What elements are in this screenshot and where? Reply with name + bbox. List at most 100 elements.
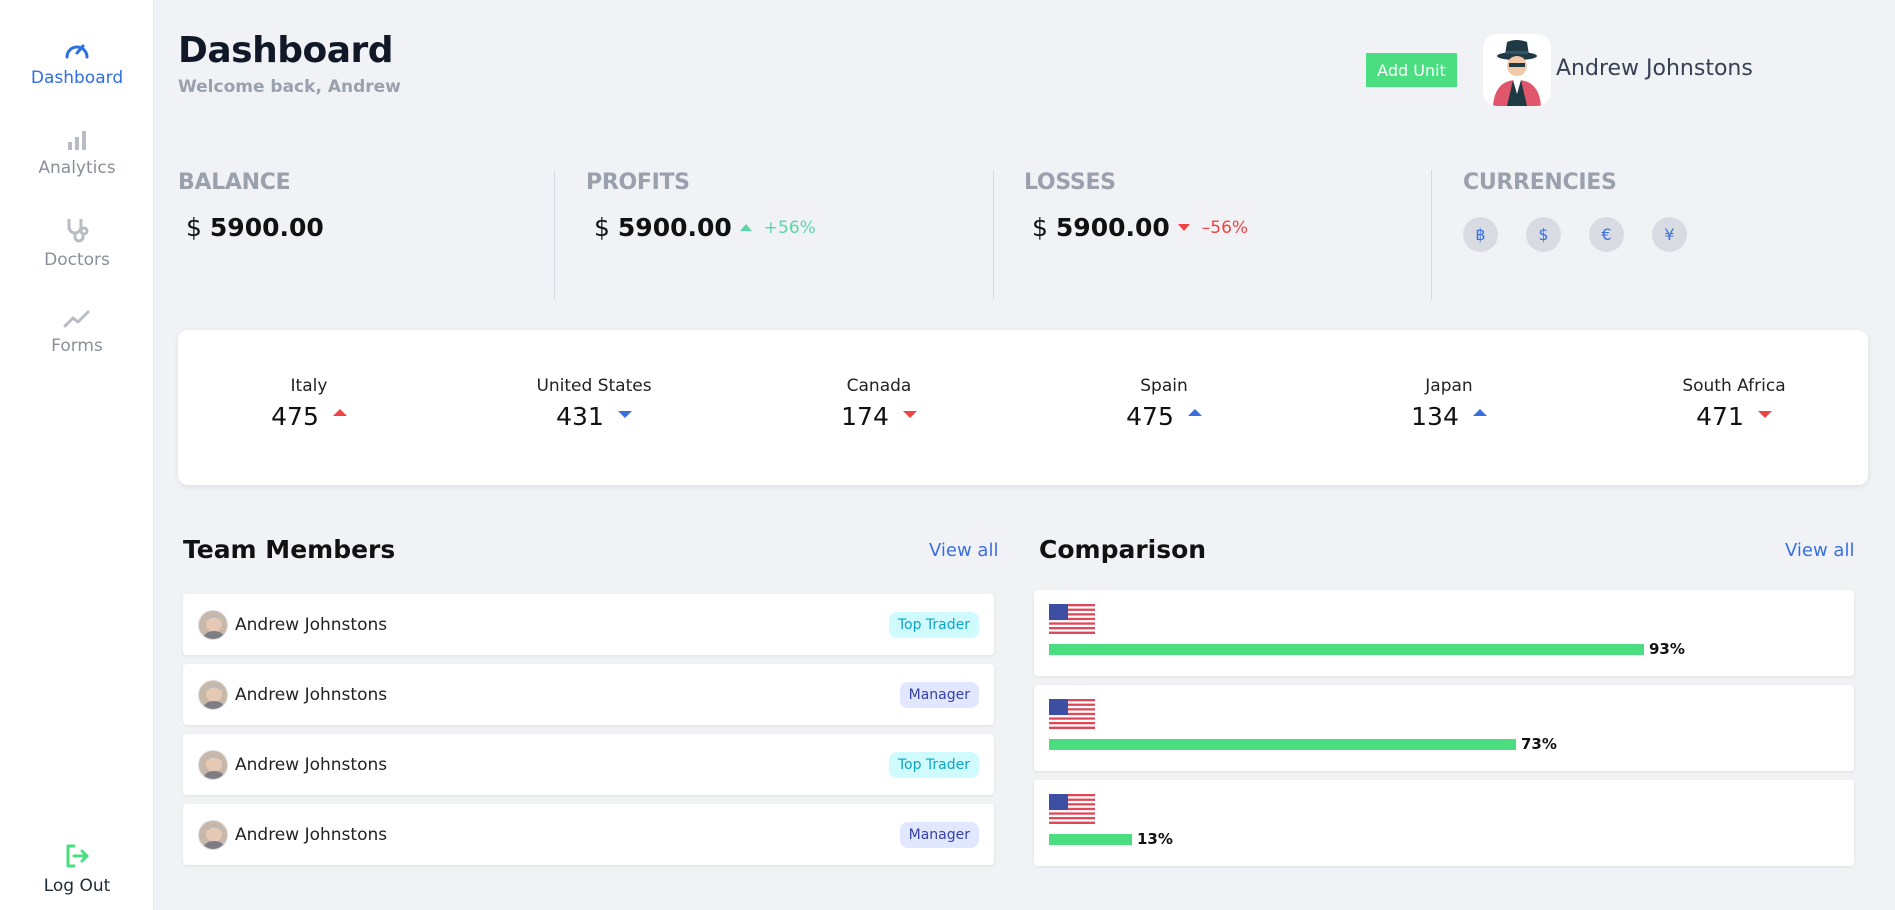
spy-avatar-icon — [1493, 40, 1541, 106]
currency-list: ฿ $ € ¥ — [1463, 217, 1687, 252]
country-value-row: 174 — [789, 402, 969, 431]
down-triangle-icon — [1177, 224, 1190, 231]
currencies-stat: CURRENCIES ฿ $ € ¥ — [1463, 170, 1687, 300]
sidebar-item-label: Doctors — [44, 250, 110, 270]
sidebar-item-forms[interactable]: Forms — [0, 308, 154, 356]
list-item[interactable]: Andrew Johnstons Manager — [183, 804, 994, 865]
us-flag-icon — [1049, 604, 1095, 634]
balance-label: BALANCE — [178, 170, 291, 195]
country-value-row: 471 — [1644, 402, 1824, 431]
down-arrow-icon — [617, 411, 632, 418]
country-canada: Canada 174 — [789, 376, 969, 431]
avatar[interactable] — [1483, 34, 1551, 106]
comparison-bar — [1049, 739, 1516, 750]
profits-label: PROFITS — [586, 170, 690, 195]
sidebar-item-dashboard[interactable]: Dashboard — [0, 38, 154, 88]
country-value: 475 — [271, 402, 319, 431]
avatar — [198, 749, 228, 780]
country-value-row: 134 — [1359, 402, 1539, 431]
currencies-label: CURRENCIES — [1463, 170, 1617, 195]
dollar-currency-button[interactable]: $ — [1526, 217, 1561, 252]
sidebar-item-label: Analytics — [38, 158, 116, 178]
member-name: Andrew Johnstons — [235, 754, 388, 775]
country-japan: Japan 134 — [1359, 376, 1539, 431]
sidebar-item-label: Dashboard — [30, 68, 124, 88]
list-item[interactable]: Andrew Johnstons Top Trader — [183, 594, 994, 655]
balance-value-row: $ 5900.00 — [178, 213, 324, 242]
currency-symbol: $ — [1032, 213, 1048, 242]
profits-value-row: $ 5900.00 +56% — [586, 213, 816, 242]
role-badge: Top Trader — [888, 751, 979, 778]
list-item[interactable]: Andrew Johnstons Top Trader — [183, 734, 994, 795]
team-view-all-link[interactable]: View all — [929, 540, 998, 561]
currency-symbol: $ — [594, 213, 610, 242]
profits-stat: PROFITS $ 5900.00 +56% — [586, 170, 816, 300]
comparison-percent: 13% — [1137, 830, 1173, 848]
country-value-row: 475 — [219, 402, 399, 431]
comparison-percent: 93% — [1649, 640, 1685, 658]
down-arrow-icon — [902, 411, 917, 418]
role-badge: Manager — [899, 821, 979, 848]
role-badge: Top Trader — [888, 611, 979, 638]
losses-stat: LOSSES $ 5900.00 –56% — [1024, 170, 1248, 300]
comparison-bar-track — [1049, 644, 1749, 655]
trend-line-icon — [63, 310, 90, 328]
sidebar: Dashboard Analytics Doctors Forms Log Ou… — [0, 0, 154, 910]
sidebar-item-doctors[interactable]: Doctors — [0, 216, 154, 270]
losses-value: 5900.00 — [1055, 213, 1170, 242]
balance-stat: BALANCE $ 5900.00 — [178, 170, 324, 300]
comparison-title: Comparison — [1039, 535, 1207, 564]
yen-currency-button[interactable]: ¥ — [1652, 217, 1687, 252]
comparison-row: 13% — [1034, 780, 1854, 866]
country-name: Japan — [1425, 376, 1473, 396]
country-stats-panel: Italy 475 United States 431 Canada 174 S… — [178, 330, 1868, 485]
losses-label: LOSSES — [1024, 170, 1116, 195]
us-flag-icon — [1049, 794, 1095, 824]
logout-button[interactable]: Log Out — [0, 842, 154, 896]
comparison-view-all-link[interactable]: View all — [1785, 540, 1854, 561]
country-value: 431 — [556, 402, 604, 431]
balance-value: 5900.00 — [209, 213, 324, 242]
currency-symbol: $ — [186, 213, 202, 242]
profits-value: 5900.00 — [617, 213, 732, 242]
country-name: United States — [536, 376, 652, 396]
bar-chart-icon — [68, 131, 86, 150]
avatar — [198, 609, 228, 640]
us-flag-icon — [1049, 699, 1095, 729]
page-title: Dashboard — [178, 30, 394, 71]
losses-value-row: $ 5900.00 –56% — [1024, 213, 1248, 242]
divider — [554, 170, 555, 300]
euro-currency-button[interactable]: € — [1589, 217, 1624, 252]
sidebar-item-analytics[interactable]: Analytics — [0, 128, 154, 178]
country-name: Spain — [1140, 376, 1188, 396]
comparison-bar — [1049, 834, 1132, 845]
down-arrow-icon — [1757, 411, 1772, 418]
logout-label: Log Out — [43, 876, 111, 896]
user-name: Andrew Johnstons — [1556, 56, 1753, 81]
comparison-bar-track — [1049, 739, 1749, 750]
country-italy: Italy 475 — [219, 376, 399, 431]
divider — [1431, 170, 1432, 300]
sidebar-item-label: Forms — [51, 336, 103, 356]
list-item[interactable]: Andrew Johnstons Manager — [183, 664, 994, 725]
profits-delta: +56% — [739, 217, 816, 238]
member-name: Andrew Johnstons — [235, 614, 388, 635]
member-name: Andrew Johnstons — [235, 684, 388, 705]
bitcoin-currency-button[interactable]: ฿ — [1463, 217, 1498, 252]
stethoscope-icon — [67, 219, 89, 243]
logout-icon — [66, 844, 89, 868]
comparison-bar — [1049, 644, 1644, 655]
page-subtitle: Welcome back, Andrew — [178, 77, 401, 97]
country-value-row: 475 — [1074, 402, 1254, 431]
country-value: 475 — [1126, 402, 1174, 431]
role-badge: Manager — [899, 681, 979, 708]
add-unit-button[interactable]: Add Unit — [1366, 53, 1457, 87]
up-arrow-icon — [1187, 409, 1202, 416]
profits-delta-text: +56% — [763, 217, 816, 238]
country-united-states: United States 431 — [504, 376, 684, 431]
losses-delta-text: –56% — [1201, 217, 1249, 238]
member-name: Andrew Johnstons — [235, 824, 388, 845]
country-spain: Spain 475 — [1074, 376, 1254, 431]
up-triangle-icon — [739, 224, 752, 231]
losses-delta: –56% — [1177, 217, 1249, 238]
